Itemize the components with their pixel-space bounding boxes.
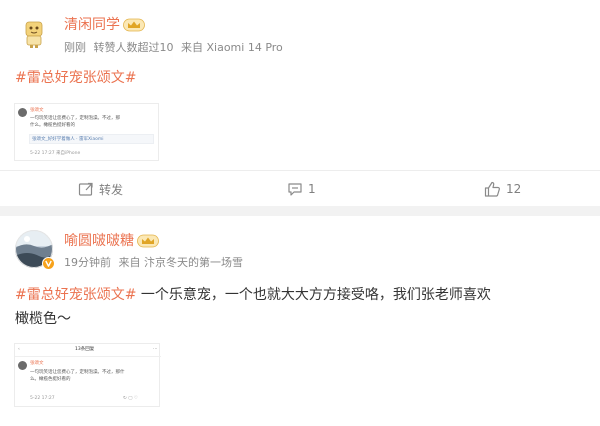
username[interactable]: 清闲同学 <box>64 14 145 34</box>
topic-link[interactable]: #雷总好宠张颂文# <box>15 287 136 303</box>
avatar[interactable] <box>17 16 51 50</box>
like-button[interactable]: 12 <box>484 171 521 207</box>
mascot-avatar-icon <box>17 16 51 50</box>
repost-icon <box>78 182 93 196</box>
embedded-time: 5-22 17:27 来自iPhone <box>30 151 81 156</box>
repost-label: 转发 <box>99 182 124 197</box>
embedded-screenshot[interactable]: 张颂文 一句玩笑话让您费心了，定制泡澡。不过，那 什么。橄榄色挺好看的 张颂文_… <box>14 103 159 161</box>
embedded-more-icon: ⋯ <box>153 347 158 352</box>
post-text-line-1: 一个乐意宠，一个也就大大方方接受咯，我们张老师喜欢 <box>136 287 491 303</box>
post-meta: 19分钟前 来自 汴京冬天的第一场雪 <box>64 254 247 270</box>
embedded-link: 张颂文_好好学着做人 · 雷军Xiaomi <box>32 137 104 142</box>
embedded-link-box: 张颂文_好好学着做人 · 雷军Xiaomi <box>29 134 154 144</box>
embedded-divider <box>15 356 161 357</box>
post-time[interactable]: 19分钟前 <box>64 256 111 269</box>
embedded-line-1: 一句玩笑话让您费心了，定制泡澡。不过，那什 <box>30 370 125 375</box>
repost-note: 转赞人数超过10 <box>93 41 174 54</box>
embedded-line-1: 一句玩笑话让您费心了，定制泡澡。不过，那 <box>30 116 120 121</box>
vip-crown-icon <box>137 234 159 248</box>
post-text: #雷总好宠张颂文# 一个乐意宠，一个也就大大方方接受咯，我们张老师喜欢 橄榄色～ <box>15 283 590 331</box>
embedded-username: 张颂文 <box>30 108 44 113</box>
vip-crown-icon <box>123 18 145 32</box>
post-time[interactable]: 刚刚 <box>64 41 86 54</box>
post-card: 喻圆啵啵糖 19分钟前 来自 汴京冬天的第一场雪 #雷总好宠张颂文# 一个乐意宠… <box>0 216 600 426</box>
embedded-header: 13条回复 <box>75 347 95 352</box>
avatar[interactable] <box>15 230 55 270</box>
embedded-line-2: 什么。橄榄色挺好看的 <box>30 123 75 128</box>
post-source[interactable]: 来自 汴京冬天的第一场雪 <box>119 256 244 269</box>
post-text-line-2: 橄榄色～ <box>15 311 71 327</box>
embedded-screenshot[interactable]: ‹ 13条回复 ⋯ 张颂文 一句玩笑话让您费心了，定制泡澡。不过，那什 么。橄榄… <box>14 343 161 407</box>
embedded-line-2: 么。橄榄色挺好看的 <box>30 377 71 382</box>
post-source[interactable]: 来自 Xiaomi 14 Pro <box>181 41 283 54</box>
comment-count: 1 <box>308 182 316 196</box>
comment-icon <box>288 183 302 196</box>
embedded-actions: ↻ ▢ ♡ <box>123 396 138 401</box>
post-text: #雷总好宠张颂文# <box>15 66 136 90</box>
post-meta: 刚刚 转赞人数超过10 来自 Xiaomi 14 Pro <box>64 39 287 55</box>
like-icon <box>484 181 500 197</box>
post-card: 清闲同学 刚刚 转赞人数超过10 来自 Xiaomi 14 Pro #雷总好宠张… <box>0 0 600 206</box>
username[interactable]: 喻圆啵啵糖 <box>64 230 159 250</box>
verified-v-icon <box>42 257 55 270</box>
embedded-time: 5-22 17:27 <box>30 396 55 401</box>
embedded-username: 张颂文 <box>30 361 44 366</box>
embedded-avatar <box>18 108 27 117</box>
topic-link[interactable]: #雷总好宠张颂文# <box>15 70 136 86</box>
embedded-avatar <box>18 361 27 370</box>
like-count: 12 <box>506 182 522 196</box>
comment-button[interactable]: 1 <box>287 171 316 207</box>
username-text[interactable]: 清闲同学 <box>64 17 120 33</box>
embedded-back-icon: ‹ <box>18 347 20 352</box>
repost-button[interactable]: 转发 <box>78 171 123 207</box>
action-bar: 转发 1 12 <box>0 170 600 206</box>
username-text[interactable]: 喻圆啵啵糖 <box>64 233 134 249</box>
